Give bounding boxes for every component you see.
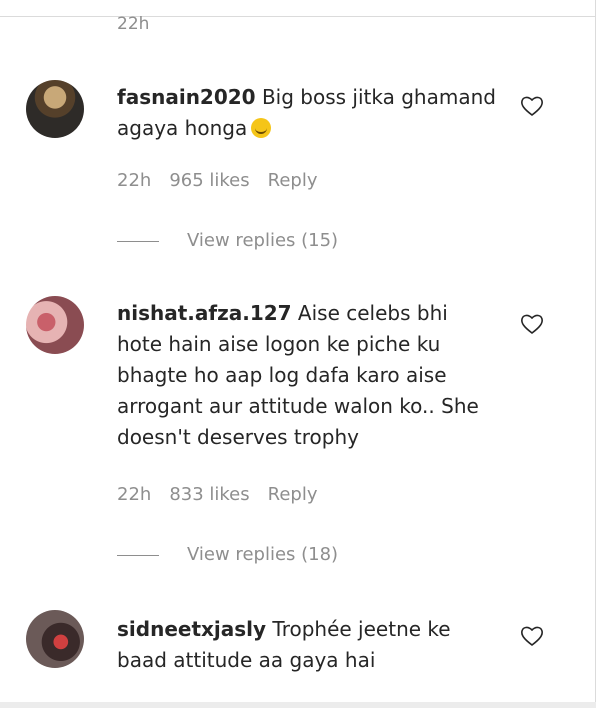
comment-meta: 22h 833 likes Reply [117,485,336,505]
replies-dash [117,554,159,556]
bottom-edge [0,702,596,708]
avatar[interactable] [26,296,84,354]
username[interactable]: nishat.afza.127 [117,301,292,325]
reply-button[interactable]: Reply [268,170,318,191]
view-replies[interactable]: View replies (15) [117,231,338,251]
avatar[interactable] [26,80,84,138]
view-replies-label[interactable]: View replies (15) [187,230,338,251]
view-replies-label[interactable]: View replies (18) [187,544,338,565]
heart-outline-icon[interactable] [520,95,544,117]
comment-meta: 22h 965 likes Reply [117,171,336,191]
comment-time: 22h [117,484,152,505]
grinning-face-emoji-icon [251,118,272,138]
avatar[interactable] [26,610,84,668]
heart-outline-icon[interactable] [520,313,544,335]
comment-text: nishat.afza.127 Aise celebs bhi hote hai… [117,298,497,453]
comment-time: 22h [117,170,152,191]
heart-outline-icon[interactable] [520,625,544,647]
reply-button[interactable]: Reply [268,484,318,505]
replies-dash [117,240,159,242]
likes-count[interactable]: 833 likes [169,484,249,505]
likes-count[interactable]: 965 likes [169,170,249,191]
top-divider [0,16,596,17]
username[interactable]: sidneetxjasly [117,617,266,641]
view-replies[interactable]: View replies (18) [117,545,338,565]
comment-text: fasnain2020 Big boss jitka ghamand agaya… [117,82,497,144]
previous-comment-time: 22h [117,14,150,34]
username[interactable]: fasnain2020 [117,85,256,109]
scroll-edge [595,0,596,708]
comment-text: sidneetxjasly Trophée jeetne ke baad att… [117,614,497,676]
